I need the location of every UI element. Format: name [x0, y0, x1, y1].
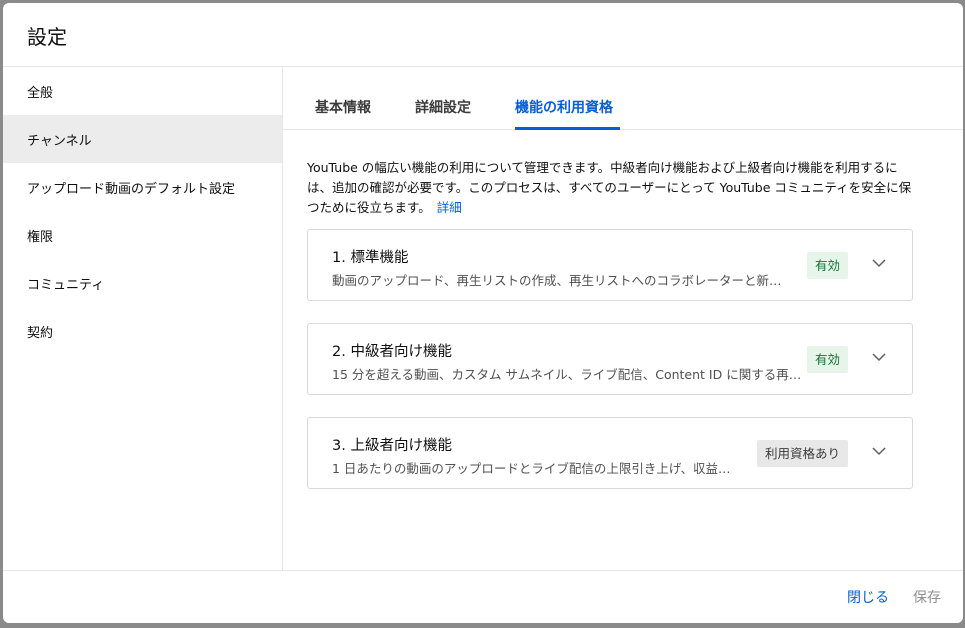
feature-card-standard[interactable]: 1. 標準機能 動画のアップロード、再生リストの作成、再生リストへのコラボレータ… [307, 229, 913, 301]
card-title: 2. 中級者向け機能 [332, 344, 452, 360]
card-description: 動画のアップロード、再生リストの作成、再生リストへのコラボレーターと新… [332, 273, 782, 288]
description-text: YouTube の幅広い機能の利用について管理できます。中級者向け機能および上級… [307, 160, 912, 215]
save-button[interactable]: 保存 [913, 587, 941, 607]
card-description: 1 日あたりの動画のアップロードとライブ配信の上限引き上げ、収益… [332, 461, 731, 476]
card-title: 3. 上級者向け機能 [332, 438, 452, 454]
chevron-down-icon[interactable] [872, 350, 886, 364]
chevron-down-icon[interactable] [872, 444, 886, 458]
close-button[interactable]: 閉じる [847, 587, 889, 607]
dialog-title: 設定 [27, 25, 67, 49]
tab-basic-info[interactable]: 基本情報 [315, 97, 371, 117]
settings-dialog: 設定 全般 チャンネル アップロード動画のデフォルト設定 権限 コミュニティ 契… [3, 3, 963, 623]
tab-advanced-settings[interactable]: 詳細設定 [415, 97, 471, 117]
tab-bar: 基本情報 詳細設定 機能の利用資格 [283, 67, 963, 130]
sidebar-item-permissions[interactable]: 権限 [3, 211, 282, 259]
sidebar-item-general[interactable]: 全般 [3, 67, 282, 115]
learn-more-link[interactable]: 詳細 [437, 200, 462, 215]
status-badge: 有効 [806, 252, 848, 279]
card-title: 1. 標準機能 [332, 250, 409, 266]
sidebar-item-channel[interactable]: チャンネル [3, 115, 282, 163]
feature-card-advanced[interactable]: 3. 上級者向け機能 1 日あたりの動画のアップロードとライブ配信の上限引き上げ… [307, 417, 913, 489]
sidebar-item-agreements[interactable]: 契約 [3, 307, 282, 355]
settings-sidebar: 全般 チャンネル アップロード動画のデフォルト設定 権限 コミュニティ 契約 [3, 67, 283, 570]
sidebar-item-community[interactable]: コミュニティ [3, 259, 282, 307]
chevron-down-icon[interactable] [872, 256, 886, 270]
main-content: 基本情報 詳細設定 機能の利用資格 YouTube の幅広い機能の利用について管… [283, 67, 963, 570]
active-tab-indicator [515, 127, 620, 130]
sidebar-item-upload-defaults[interactable]: アップロード動画のデフォルト設定 [3, 163, 282, 211]
card-description: 15 分を超える動画、カスタム サムネイル、ライブ配信、Content ID に… [332, 367, 802, 382]
eligibility-description: YouTube の幅広い機能の利用について管理できます。中級者向け機能および上級… [307, 158, 919, 218]
status-badge: 利用資格あり [756, 440, 848, 467]
dialog-footer: 閉じる 保存 [3, 570, 963, 623]
dialog-header: 設定 [3, 3, 963, 67]
feature-card-intermediate[interactable]: 2. 中級者向け機能 15 分を超える動画、カスタム サムネイル、ライブ配信、C… [307, 323, 913, 395]
tab-feature-eligibility[interactable]: 機能の利用資格 [515, 97, 613, 117]
status-badge: 有効 [806, 346, 848, 373]
